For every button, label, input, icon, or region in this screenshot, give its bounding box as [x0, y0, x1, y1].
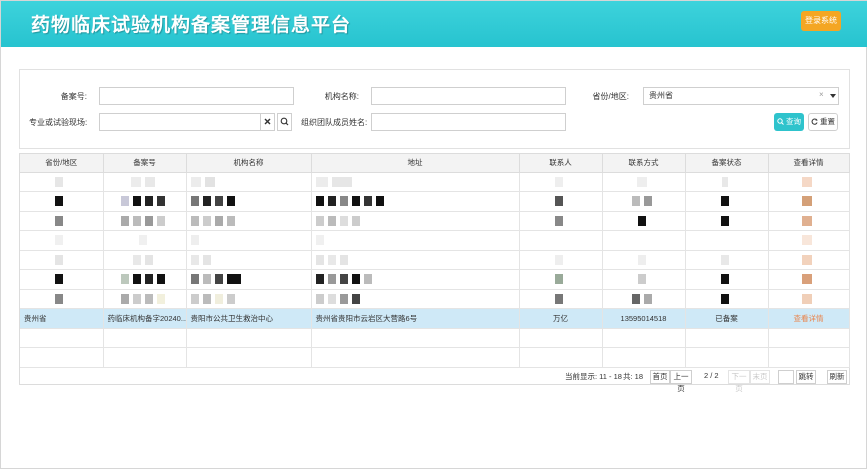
close-icon: [264, 118, 271, 125]
cell-address: 贵州省贵阳市云岩区大营路6号: [311, 308, 520, 329]
table-row-selected[interactable]: 贵州省 药临床机构备字20240... 贵阳市公共卫生救治中心 贵州省贵阳市云岩…: [20, 308, 850, 329]
cell-status: 已备案: [685, 308, 769, 329]
last-page-button[interactable]: 末页: [750, 370, 770, 384]
refresh-icon: [811, 118, 818, 125]
province-value: 贵州省: [649, 91, 673, 100]
province-label: 省份/地区:: [592, 92, 629, 101]
member-input[interactable]: [371, 113, 566, 131]
col-header-province: 省份/地区: [20, 154, 104, 173]
table-header-row: 省份/地区 备案号 机构名称 地址 联系人 联系方式 备案状态 查看详情: [20, 154, 850, 173]
reset-label: 重置: [820, 117, 836, 126]
results-table: 省份/地区 备案号 机构名称 地址 联系人 联系方式 备案状态 查看详情 贵州省…: [19, 153, 850, 385]
search-panel: [19, 69, 850, 149]
table-row[interactable]: [20, 191, 850, 212]
next-page-button[interactable]: 下一页: [728, 370, 750, 393]
jump-button[interactable]: 跳转: [796, 370, 816, 384]
search-icon: [777, 118, 784, 125]
table-row[interactable]: [20, 289, 850, 309]
reset-button[interactable]: 重置: [808, 113, 838, 131]
table-row[interactable]: [20, 172, 850, 192]
header-bar: 药物临床试验机构备案管理信息平台 登录系统: [1, 1, 867, 47]
col-header-address: 地址: [311, 154, 520, 173]
col-header-phone: 联系方式: [602, 154, 686, 173]
table-row[interactable]: [20, 250, 850, 270]
cell-contact: 万亿: [519, 308, 603, 329]
col-header-detail: 查看详情: [768, 154, 850, 173]
cell-phone: 13595014518: [602, 308, 686, 329]
page-number-input[interactable]: [778, 370, 794, 384]
table-row[interactable]: [20, 230, 850, 251]
pager-display: 当前显示: 11 - 18: [565, 372, 622, 381]
view-detail-link[interactable]: 查看详情: [794, 314, 824, 323]
chevron-down-icon[interactable]: [830, 94, 836, 98]
col-header-org-name: 机构名称: [186, 154, 312, 173]
page-title: 药物临床试验机构备案管理信息平台: [31, 15, 352, 36]
refresh-button[interactable]: 刷新: [827, 370, 847, 384]
col-header-record-no: 备案号: [103, 154, 187, 173]
record-no-input[interactable]: [99, 87, 294, 105]
table-row-empty: [20, 328, 850, 348]
query-label: 查询: [786, 117, 802, 126]
clear-icon[interactable]: ×: [819, 90, 824, 99]
org-name-label: 机构名称:: [324, 92, 359, 101]
province-select[interactable]: 贵州省: [643, 87, 839, 105]
page-indicator: 2 / 2: [704, 371, 719, 380]
prev-page-button[interactable]: 上一页: [670, 370, 692, 393]
site-input[interactable]: [99, 113, 261, 131]
table-row-empty: [20, 347, 850, 368]
table-row[interactable]: [20, 211, 850, 231]
col-header-status: 备案状态: [685, 154, 769, 173]
clear-site-button[interactable]: [260, 113, 275, 131]
pager-total: 共: 18: [623, 372, 644, 381]
member-label: 组织团队成员姓名:: [301, 118, 368, 127]
login-button[interactable]: 登录系统: [801, 11, 841, 31]
cell-record-no: 药临床机构备字20240...: [103, 308, 187, 329]
table-row[interactable]: [20, 269, 850, 290]
col-header-contact: 联系人: [519, 154, 603, 173]
app-window: 药物临床试验机构备案管理信息平台 登录系统 备案号: 机构名称: 省份/地区: …: [0, 0, 867, 469]
site-label: 专业或试验现场:: [29, 118, 88, 127]
record-no-label: 备案号:: [60, 92, 87, 101]
first-page-button[interactable]: 首页: [650, 370, 670, 384]
site-search-button[interactable]: [277, 113, 292, 131]
cell-org-name: 贵阳市公共卫生救治中心: [186, 308, 312, 329]
cell-province: 贵州省: [20, 308, 104, 329]
search-icon: [280, 117, 289, 126]
query-button[interactable]: 查询: [774, 113, 804, 131]
org-name-input[interactable]: [371, 87, 566, 105]
